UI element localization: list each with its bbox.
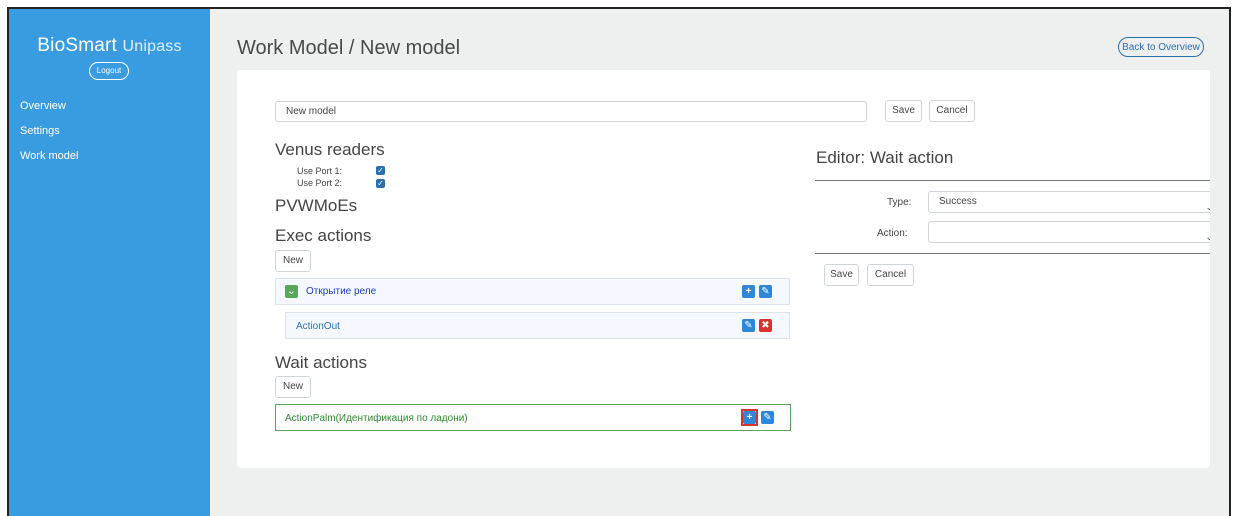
type-select[interactable]: Success ⌄ bbox=[928, 191, 1210, 213]
cancel-button[interactable]: Cancel bbox=[929, 100, 975, 122]
exec-group-row[interactable]: ⌄ Открытие реле + ✎ bbox=[275, 278, 790, 305]
wait-actions-heading: Wait actions bbox=[275, 353, 367, 372]
type-select-value: Success bbox=[939, 196, 977, 207]
chevron-down-icon[interactable]: ⌄ bbox=[285, 285, 298, 298]
editor-cancel-button[interactable]: Cancel bbox=[867, 264, 914, 286]
venus-readers-heading: Venus readers bbox=[275, 140, 385, 159]
port1-label: Use Port 1: bbox=[297, 166, 343, 176]
back-to-overview-button[interactable]: Back to Overview bbox=[1118, 37, 1204, 57]
editor-divider-top bbox=[815, 180, 1210, 181]
port1-checkbox[interactable]: ✓ bbox=[376, 166, 385, 175]
close-icon[interactable]: ✖ bbox=[759, 319, 772, 332]
chevron-down-icon: ⌄ bbox=[1205, 202, 1210, 212]
wait-new-button[interactable]: New bbox=[275, 376, 311, 398]
save-button[interactable]: Save bbox=[885, 100, 922, 122]
editor-save-button[interactable]: Save bbox=[824, 264, 859, 286]
editor-heading: Editor: Wait action bbox=[816, 148, 954, 167]
action-label: Action: bbox=[877, 228, 908, 239]
sidebar-item-work-model[interactable]: Work model bbox=[20, 150, 78, 162]
edit-icon[interactable]: ✎ bbox=[761, 411, 774, 424]
pvwmoes-heading: PVWMoEs bbox=[275, 196, 358, 215]
sidebar-item-settings[interactable]: Settings bbox=[20, 125, 60, 137]
port2-checkbox[interactable]: ✓ bbox=[376, 179, 385, 188]
content-card: New model Save Cancel Venus readers Use … bbox=[237, 70, 1210, 468]
action-select[interactable]: ⌄ bbox=[928, 221, 1210, 243]
port2-label: Use Port 2: bbox=[297, 178, 343, 188]
brand-secondary: Unipass bbox=[122, 38, 182, 55]
chevron-down-icon: ⌄ bbox=[1205, 232, 1210, 242]
sidebar: BioSmart Unipass Logout Overview Setting… bbox=[9, 9, 210, 516]
exec-child-row[interactable]: ActionOut ✎ ✖ bbox=[285, 312, 790, 339]
editor-divider-bottom bbox=[815, 253, 1210, 254]
wait-item-row[interactable]: ActionPalm(Идентификация по ладони) + ✎ bbox=[275, 404, 791, 431]
brand-logo[interactable]: BioSmart Unipass bbox=[9, 35, 210, 57]
sidebar-item-overview[interactable]: Overview bbox=[20, 100, 66, 112]
plus-icon[interactable]: + bbox=[743, 411, 756, 424]
exec-group-label[interactable]: Открытие реле bbox=[306, 286, 376, 297]
plus-icon[interactable]: + bbox=[742, 285, 755, 298]
type-label: Type: bbox=[887, 197, 912, 208]
exec-child-label[interactable]: ActionOut bbox=[296, 321, 340, 332]
exec-new-button[interactable]: New bbox=[275, 250, 311, 272]
logout-button[interactable]: Logout bbox=[89, 62, 129, 80]
edit-icon[interactable]: ✎ bbox=[759, 285, 772, 298]
edit-icon[interactable]: ✎ bbox=[742, 319, 755, 332]
wait-item-label[interactable]: ActionPalm(Идентификация по ладони) bbox=[285, 413, 468, 424]
model-name-input[interactable]: New model bbox=[275, 101, 867, 122]
page-title: Work Model / New model bbox=[237, 37, 461, 59]
brand-primary: BioSmart bbox=[37, 35, 118, 56]
exec-actions-heading: Exec actions bbox=[275, 226, 372, 245]
